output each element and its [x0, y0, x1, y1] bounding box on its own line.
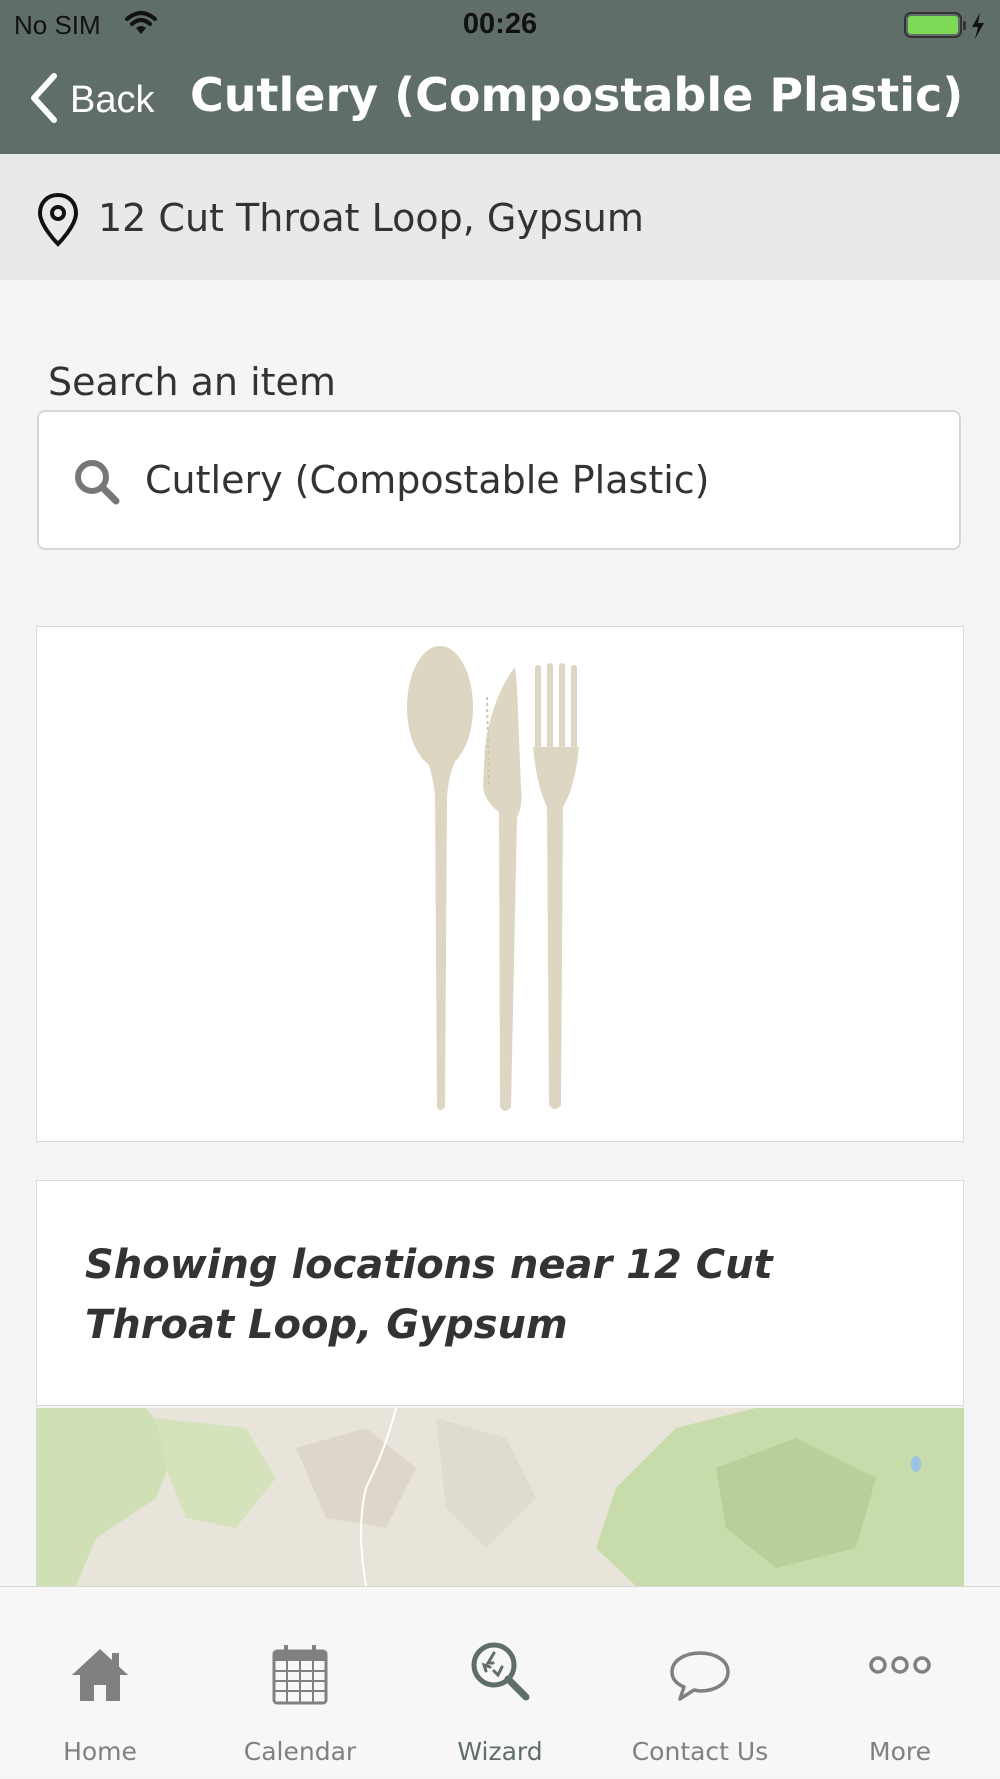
locations-card: Showing locations near 12 Cut Throat Loo… — [36, 1180, 964, 1406]
back-label: Back — [70, 78, 155, 121]
cutlery-image — [407, 646, 579, 1111]
chat-bubble-icon — [664, 1639, 736, 1715]
tab-label-more: More — [869, 1737, 931, 1766]
more-icon — [864, 1639, 936, 1715]
tab-label-home: Home — [63, 1737, 137, 1766]
tab-home[interactable]: Home — [0, 1587, 200, 1779]
status-bar: No SIM 00:26 — [0, 0, 1000, 50]
map-view[interactable] — [36, 1408, 964, 1586]
tab-contact-us[interactable]: Contact Us — [600, 1587, 800, 1779]
back-button[interactable]: Back — [28, 72, 154, 128]
search-label: Search an item — [48, 360, 336, 404]
clock: 00:26 — [462, 8, 538, 40]
tab-more[interactable]: More — [800, 1587, 1000, 1779]
search-input[interactable]: Cutlery (Compostable Plastic) — [37, 410, 961, 550]
address-text: 12 Cut Throat Loop, Gypsum — [98, 196, 644, 240]
page-title: Cutlery (Compostable Plastic) — [190, 68, 964, 122]
wizard-icon — [464, 1639, 536, 1715]
tab-label-contact-us: Contact Us — [631, 1737, 769, 1766]
address-bar[interactable]: 12 Cut Throat Loop, Gypsum — [0, 154, 1000, 280]
home-icon — [64, 1639, 136, 1715]
search-icon — [73, 458, 121, 510]
search-value: Cutlery (Compostable Plastic) — [145, 458, 710, 502]
locations-heading: Showing locations near 12 Cut Throat Loo… — [85, 1242, 773, 1348]
tab-label-wizard: Wizard — [457, 1737, 543, 1766]
tab-calendar[interactable]: Calendar — [200, 1587, 400, 1779]
chevron-left-icon — [28, 72, 58, 128]
top-bar: No SIM 00:26 Back Cutlery (Compostable P… — [0, 0, 1000, 154]
tab-label-calendar: Calendar — [243, 1737, 357, 1766]
item-image-card — [36, 626, 964, 1142]
calendar-icon — [264, 1639, 336, 1715]
nav-bar: Back Cutlery (Compostable Plastic) — [0, 50, 1000, 154]
location-pin-icon — [36, 192, 80, 252]
tab-bar: Home Calendar Wizard Contact Us More — [0, 1586, 1000, 1778]
map-terrain — [36, 1408, 964, 1586]
tab-wizard[interactable]: Wizard — [400, 1587, 600, 1779]
battery-icon — [904, 11, 994, 45]
